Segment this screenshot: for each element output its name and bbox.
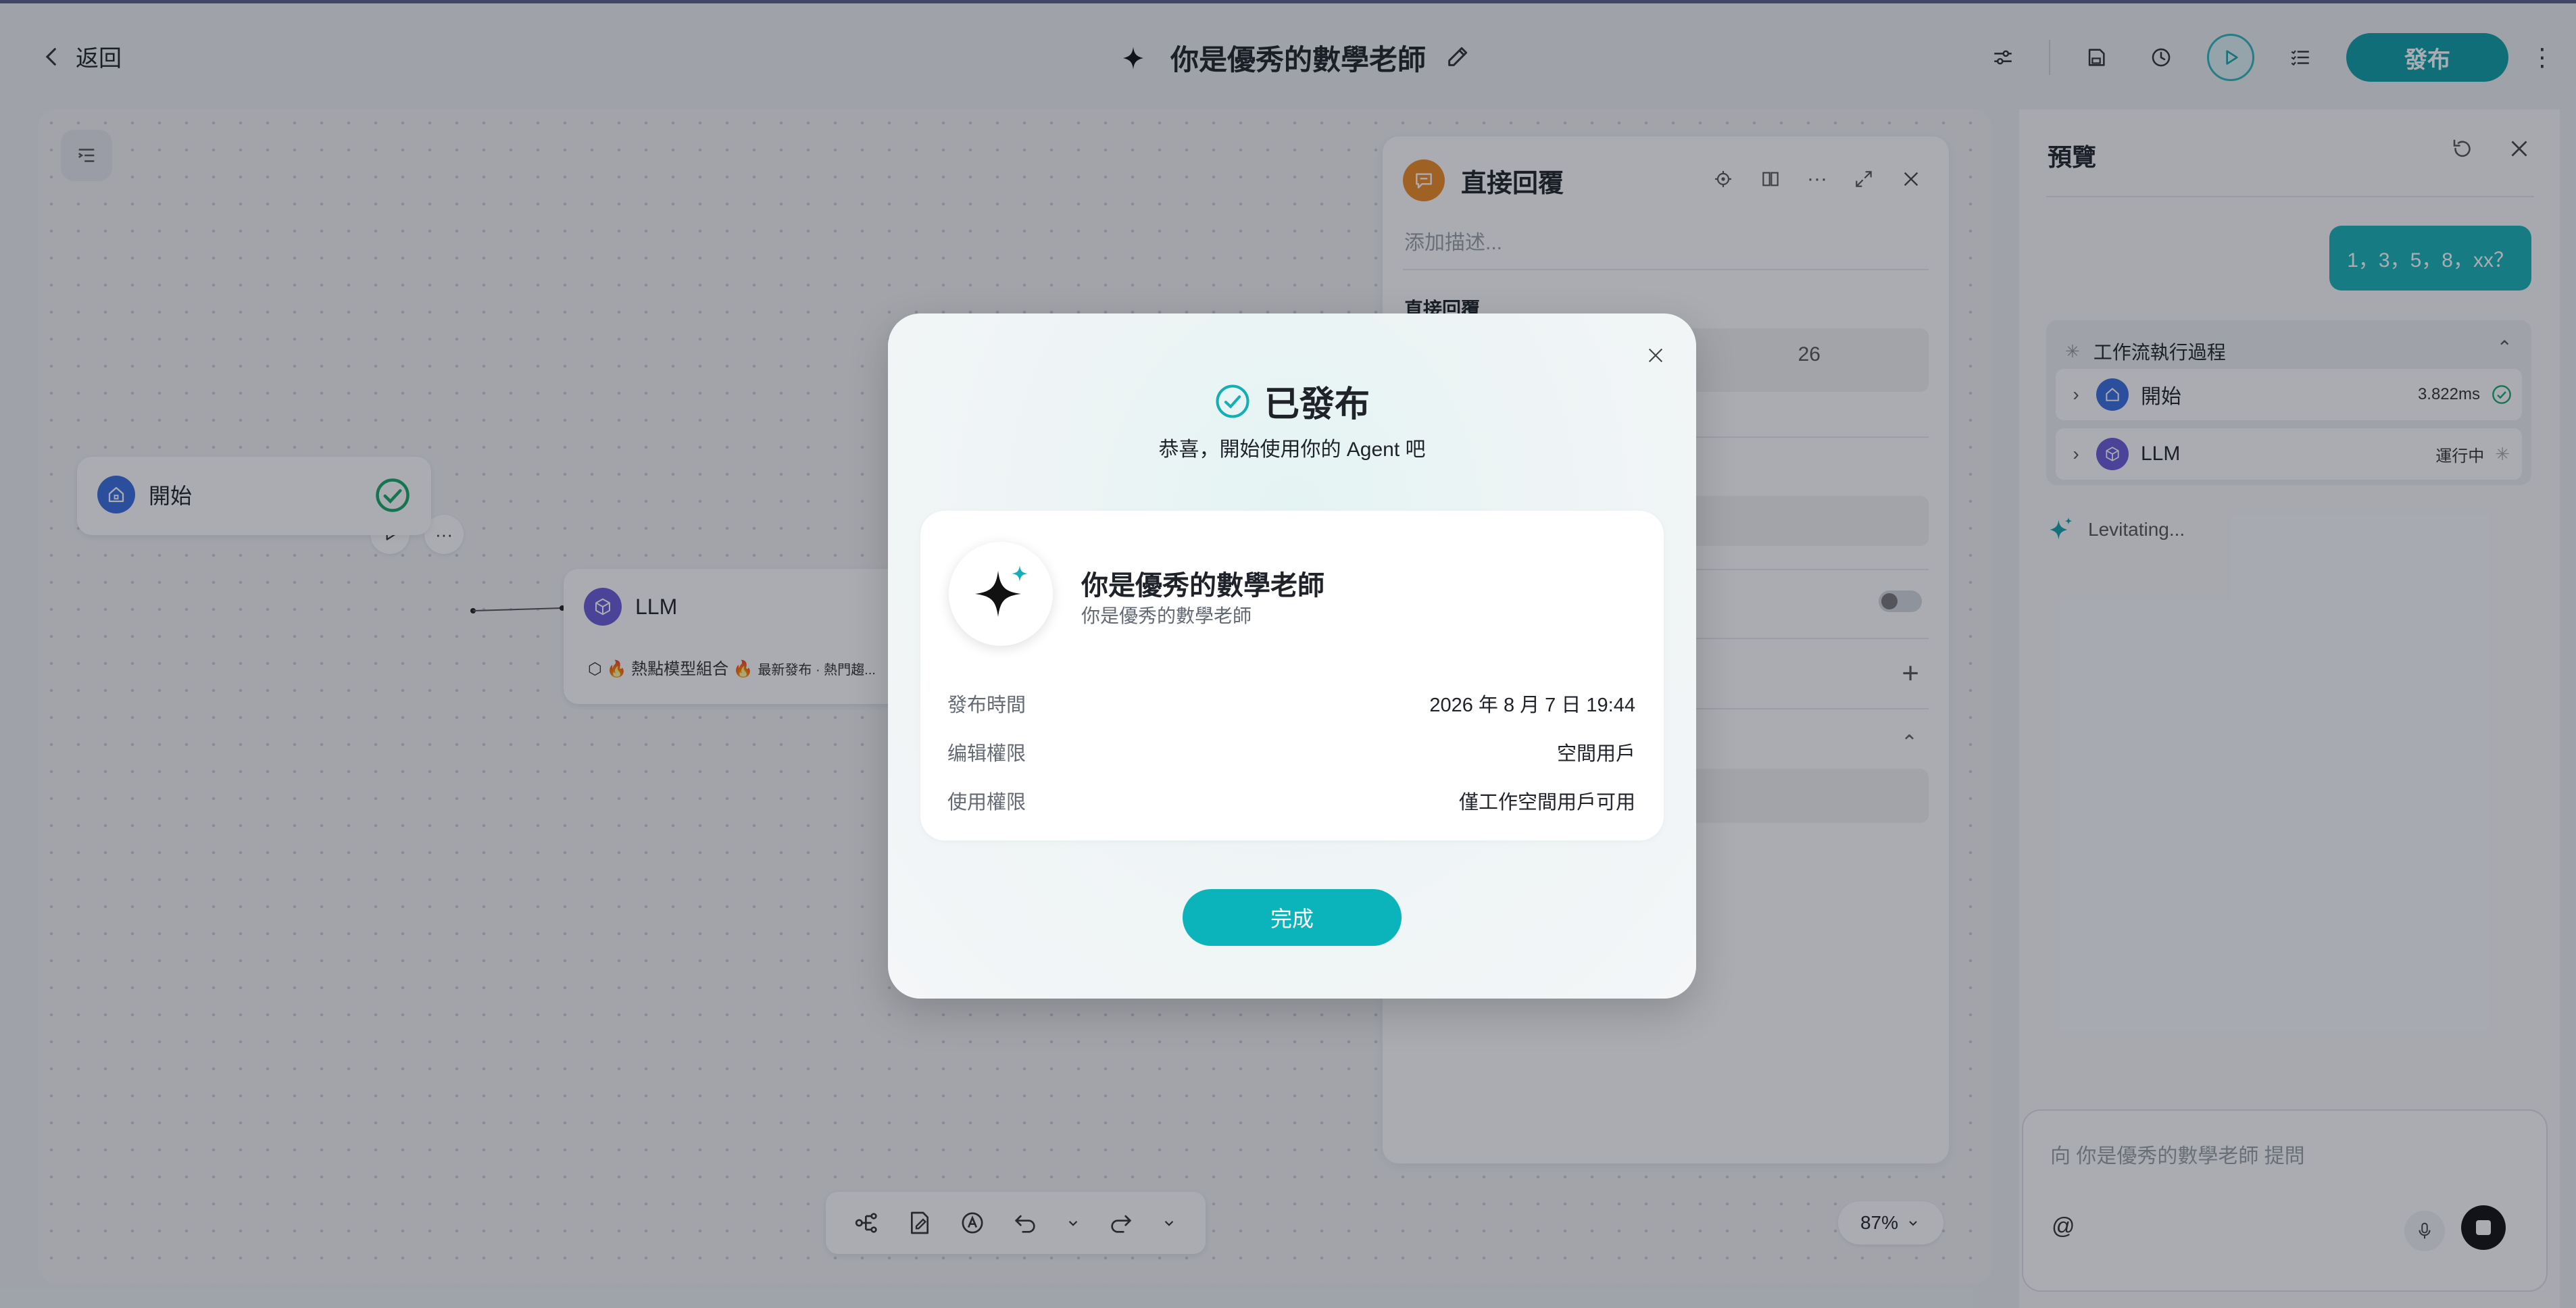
close-modal-icon[interactable] (1641, 341, 1670, 370)
modal-subtitle: 恭喜，開始使用你的 Agent 吧 (1158, 438, 1426, 461)
success-check-icon (1216, 384, 1249, 418)
use-permission-row: 使用權限 僅工作空間用戶可用 (947, 786, 1635, 815)
row-key: 编辑權限 (947, 743, 1026, 765)
publish-success-modal: 已發布 恭喜，開始使用你的 Agent 吧 你是優秀的數學老師 你是優秀的數學老… (888, 313, 1696, 999)
row-value: 2026 年 8 月 7 日 19:44 (1429, 695, 1635, 716)
modal-title: 已發布 (1264, 385, 1370, 424)
row-value: 空間用戶 (1556, 743, 1635, 765)
publish-time-row: 發布時間 2026 年 8 月 7 日 19:44 (947, 689, 1635, 718)
modal-header: 已發布 (888, 376, 1696, 426)
row-value: 僅工作空間用戶可用 (1458, 792, 1635, 813)
agent-avatar (949, 542, 1053, 646)
agent-name: 你是優秀的數學老師 (1081, 571, 1324, 601)
agent-info-card: 你是優秀的數學老師 你是優秀的數學老師 發布時間 2026 年 8 月 7 日 … (920, 511, 1664, 840)
done-button[interactable]: 完成 (1183, 889, 1402, 946)
row-key: 使用權限 (947, 792, 1026, 813)
sparkle-icon (975, 565, 1028, 617)
agent-description: 你是優秀的數學老師 (1081, 605, 1252, 626)
edit-permission-row: 编辑權限 空間用戶 (947, 738, 1635, 766)
row-key: 發布時間 (947, 695, 1026, 716)
